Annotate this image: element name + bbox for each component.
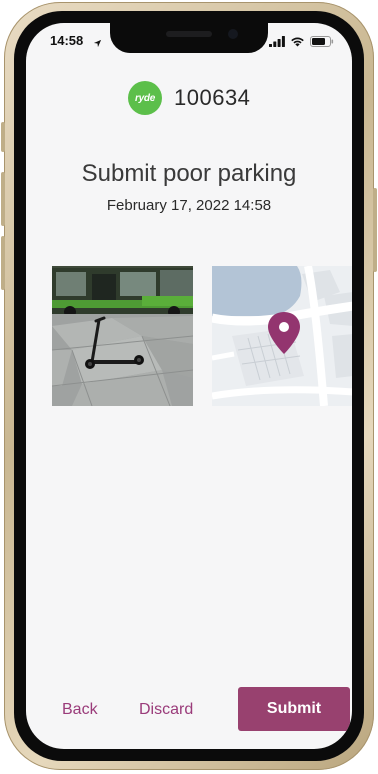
app-screen: 14:58 ryde 100634 Submit poor parking Fe… bbox=[26, 23, 352, 749]
discard-button[interactable]: Discard bbox=[139, 701, 193, 719]
speaker bbox=[166, 31, 212, 37]
page-title: Submit poor parking bbox=[81, 160, 297, 187]
ryde-logo: ryde bbox=[128, 81, 162, 115]
status-time: 14:58 bbox=[50, 33, 84, 48]
action-bar: Back Discard Submit bbox=[26, 683, 352, 733]
power-button bbox=[373, 188, 377, 272]
battery-icon bbox=[310, 34, 334, 52]
mute-switch bbox=[1, 122, 5, 152]
location-map[interactable] bbox=[212, 266, 352, 406]
app-header: ryde 100634 bbox=[26, 75, 352, 115]
location-arrow-icon bbox=[93, 35, 102, 53]
phone-frame: 14:58 ryde 100634 Submit poor parking Fe… bbox=[1, 2, 377, 770]
notch bbox=[110, 23, 268, 53]
wifi-icon bbox=[290, 34, 305, 52]
phone-bezel: 14:58 ryde 100634 Submit poor parking Fe… bbox=[14, 11, 364, 761]
submit-button[interactable]: Submit bbox=[238, 687, 350, 731]
back-button[interactable]: Back bbox=[62, 701, 98, 719]
volume-down-button bbox=[1, 236, 5, 290]
front-camera bbox=[228, 29, 238, 39]
report-datetime: February 17, 2022 14:58 bbox=[106, 197, 272, 214]
vehicle-id: 100634 bbox=[174, 85, 251, 110]
volume-up-button bbox=[1, 172, 5, 226]
parking-photo[interactable] bbox=[52, 266, 193, 406]
status-icons bbox=[269, 34, 334, 52]
signal-icon bbox=[269, 34, 285, 52]
